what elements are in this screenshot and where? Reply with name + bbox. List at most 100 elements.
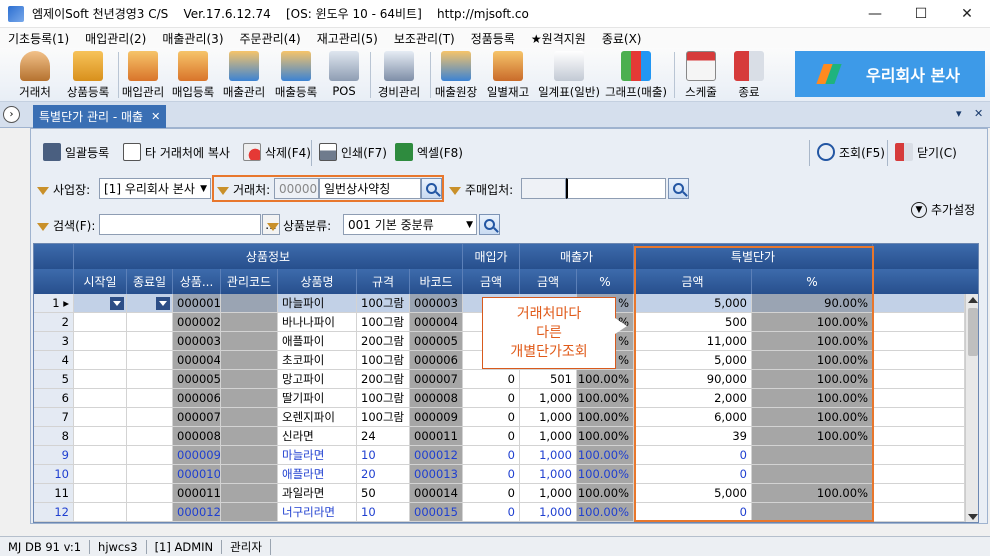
toolbar-sales-ledger-button[interactable]: 매출원장: [432, 50, 480, 100]
spec-cell[interactable]: 100그람: [357, 408, 410, 427]
end-date-cell[interactable]: [127, 313, 173, 332]
product-name-cell[interactable]: 딸기파이: [278, 389, 357, 408]
barcode-cell[interactable]: 000009: [410, 408, 463, 427]
product-code-cell[interactable]: 000004: [173, 351, 221, 370]
client-search-button[interactable]: [421, 178, 442, 199]
purchase-amount-cell[interactable]: 0: [463, 408, 520, 427]
tab-close-icon[interactable]: ✕: [151, 110, 160, 123]
start-date-cell[interactable]: [74, 332, 127, 351]
close-document-icon[interactable]: ✕: [974, 107, 983, 120]
sale-amount-cell[interactable]: 1,000: [520, 503, 577, 522]
sale-amount-cell[interactable]: 1,000: [520, 389, 577, 408]
product-code-cell[interactable]: 000009: [173, 446, 221, 465]
close-form-button[interactable]: 닫기(C): [895, 141, 957, 163]
product-code-cell[interactable]: 000012: [173, 503, 221, 522]
col-manage-code[interactable]: 관리코드: [221, 269, 278, 294]
barcode-cell[interactable]: 000007: [410, 370, 463, 389]
manage-code-cell[interactable]: [221, 389, 278, 408]
menu-exit[interactable]: 종료(X): [594, 30, 650, 47]
sale-amount-cell[interactable]: 1,000: [520, 408, 577, 427]
start-date-cell[interactable]: [74, 465, 127, 484]
toolbar-exit-button[interactable]: 종료: [728, 50, 770, 100]
product-code-cell[interactable]: 000011: [173, 484, 221, 503]
barcode-cell[interactable]: 000015: [410, 503, 463, 522]
product-name-cell[interactable]: 마늘라면: [278, 446, 357, 465]
product-name-cell[interactable]: 애플파이: [278, 332, 357, 351]
minimize-button[interactable]: —: [852, 0, 898, 28]
toolbar-purchase-register-button[interactable]: 매입등록: [170, 50, 216, 100]
col-purchase-amount[interactable]: 금액: [463, 269, 520, 294]
start-date-cell[interactable]: [74, 351, 127, 370]
scroll-down-icon[interactable]: [968, 514, 978, 520]
product-code-cell[interactable]: 000010: [173, 465, 221, 484]
product-code-cell[interactable]: 000001: [173, 294, 221, 313]
close-window-button[interactable]: ✕: [944, 0, 990, 28]
extra-settings-button[interactable]: ▼ 추가설정: [911, 201, 975, 218]
product-code-cell[interactable]: 000008: [173, 427, 221, 446]
toolbar-sales-register-button[interactable]: 매출등록: [272, 50, 320, 100]
product-code-cell[interactable]: 000002: [173, 313, 221, 332]
product-name-cell[interactable]: 과일라면: [278, 484, 357, 503]
product-name-cell[interactable]: 신라면: [278, 427, 357, 446]
col-start-date[interactable]: 시작일: [74, 269, 127, 294]
spec-cell[interactable]: 100그람: [357, 389, 410, 408]
col-product-name[interactable]: 상품명: [278, 269, 357, 294]
manage-code-cell[interactable]: [221, 484, 278, 503]
maximize-button[interactable]: ☐: [898, 0, 944, 28]
manage-code-cell[interactable]: [221, 370, 278, 389]
sale-percent-cell[interactable]: 100.00%: [577, 427, 634, 446]
product-name-cell[interactable]: 바나나파이: [278, 313, 357, 332]
spec-cell[interactable]: 10: [357, 446, 410, 465]
barcode-cell[interactable]: 000004: [410, 313, 463, 332]
end-date-cell[interactable]: [127, 294, 173, 313]
purchase-amount-cell[interactable]: 0: [463, 484, 520, 503]
manage-code-cell[interactable]: [221, 446, 278, 465]
manage-code-cell[interactable]: [221, 332, 278, 351]
spec-cell[interactable]: 50: [357, 484, 410, 503]
toolbar-purchase-manage-button[interactable]: 매입관리: [120, 50, 166, 100]
col-spec[interactable]: 규격: [357, 269, 410, 294]
delete-button[interactable]: 삭제(F4): [243, 141, 311, 163]
toolbar-client-button[interactable]: 거래처: [14, 50, 56, 100]
product-name-cell[interactable]: 애플라면: [278, 465, 357, 484]
spec-cell[interactable]: 10: [357, 503, 410, 522]
manage-code-cell[interactable]: [221, 313, 278, 332]
product-name-cell[interactable]: 마늘파이: [278, 294, 357, 313]
grid-scrollbar[interactable]: [965, 294, 978, 522]
product-name-cell[interactable]: 너구리라면: [278, 503, 357, 522]
start-date-cell[interactable]: [74, 446, 127, 465]
category-select[interactable]: 001 기본 중분류 ▼: [343, 214, 477, 235]
manage-code-cell[interactable]: [221, 503, 278, 522]
spec-cell[interactable]: 100그람: [357, 351, 410, 370]
end-date-cell[interactable]: [127, 503, 173, 522]
sale-amount-cell[interactable]: 1,000: [520, 427, 577, 446]
barcode-cell[interactable]: 000003: [410, 294, 463, 313]
menu-basic[interactable]: 기초등록(1): [0, 30, 77, 47]
query-button[interactable]: 조회(F5): [817, 141, 885, 163]
barcode-cell[interactable]: 000006: [410, 351, 463, 370]
purchase-amount-cell[interactable]: 0: [463, 446, 520, 465]
menu-remote-support[interactable]: ★원격지원: [523, 30, 594, 47]
sale-percent-cell[interactable]: 100.00%: [577, 446, 634, 465]
start-date-cell[interactable]: [74, 313, 127, 332]
menu-register-license[interactable]: 정품등록: [463, 30, 523, 47]
purchase-amount-cell[interactable]: 0: [463, 370, 520, 389]
toolbar-expense-button[interactable]: 경비관리: [374, 50, 424, 100]
manage-code-cell[interactable]: [221, 427, 278, 446]
tab-list-dropdown[interactable]: ▾: [956, 107, 962, 120]
start-date-cell[interactable]: [74, 503, 127, 522]
menu-order[interactable]: 주문관리(4): [232, 30, 309, 47]
start-date-cell[interactable]: [74, 484, 127, 503]
end-date-cell[interactable]: [127, 427, 173, 446]
barcode-cell[interactable]: 000012: [410, 446, 463, 465]
search-input[interactable]: [99, 214, 261, 235]
manage-code-cell[interactable]: [221, 465, 278, 484]
menu-aux[interactable]: 보조관리(T): [386, 30, 463, 47]
end-date-cell[interactable]: [127, 465, 173, 484]
end-date-cell[interactable]: [127, 446, 173, 465]
toolbar-daily-stock-button[interactable]: 일별재고: [484, 50, 532, 100]
end-date-cell[interactable]: [127, 389, 173, 408]
toolbar-daily-report-button[interactable]: 일계표(일반): [536, 50, 602, 100]
sale-amount-cell[interactable]: 501: [520, 370, 577, 389]
col-sale-amount[interactable]: 금액: [520, 269, 577, 294]
